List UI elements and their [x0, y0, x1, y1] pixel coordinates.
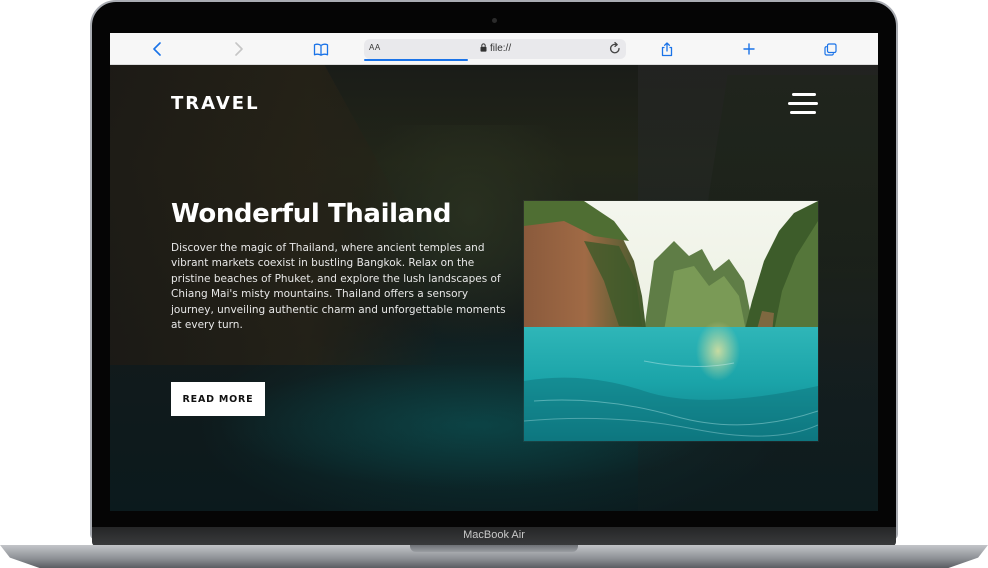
forward-icon[interactable] [232, 38, 246, 60]
read-more-button[interactable]: READ MORE [171, 382, 265, 416]
tabs-icon[interactable] [823, 38, 837, 60]
reload-icon[interactable] [609, 41, 621, 58]
model-label: MacBook Air [463, 529, 525, 541]
page-load-indicator [364, 59, 468, 61]
menu-line [788, 102, 818, 105]
laptop-opening-notch [410, 545, 578, 552]
browser-toolbar: AA file:// [110, 33, 878, 65]
text-size-button[interactable]: AA [369, 43, 381, 52]
hero-photo [524, 201, 818, 441]
bookmarks-icon[interactable] [312, 38, 330, 60]
site-logo[interactable]: TRAVEL [171, 93, 260, 114]
address-bar[interactable]: AA file:// [364, 39, 626, 61]
hero-description: Discover the magic of Thailand, where an… [171, 242, 506, 332]
menu-line [792, 93, 816, 96]
thailand-lagoon-image [524, 201, 818, 441]
share-icon[interactable] [660, 38, 674, 60]
hero-headline: Wonderful Thailand [171, 199, 452, 229]
menu-line [790, 111, 816, 114]
back-icon[interactable] [150, 38, 164, 60]
new-tab-icon[interactable] [742, 38, 756, 60]
url-text: file:// [490, 43, 512, 54]
lock-icon [480, 43, 487, 55]
laptop-screen: AA file:// TRAVEL Wonderful Thailand Dis… [110, 33, 878, 511]
hamburger-menu-icon[interactable] [788, 93, 818, 117]
webcam [492, 18, 497, 23]
web-page: TRAVEL Wonderful Thailand Discover the m… [110, 65, 878, 511]
